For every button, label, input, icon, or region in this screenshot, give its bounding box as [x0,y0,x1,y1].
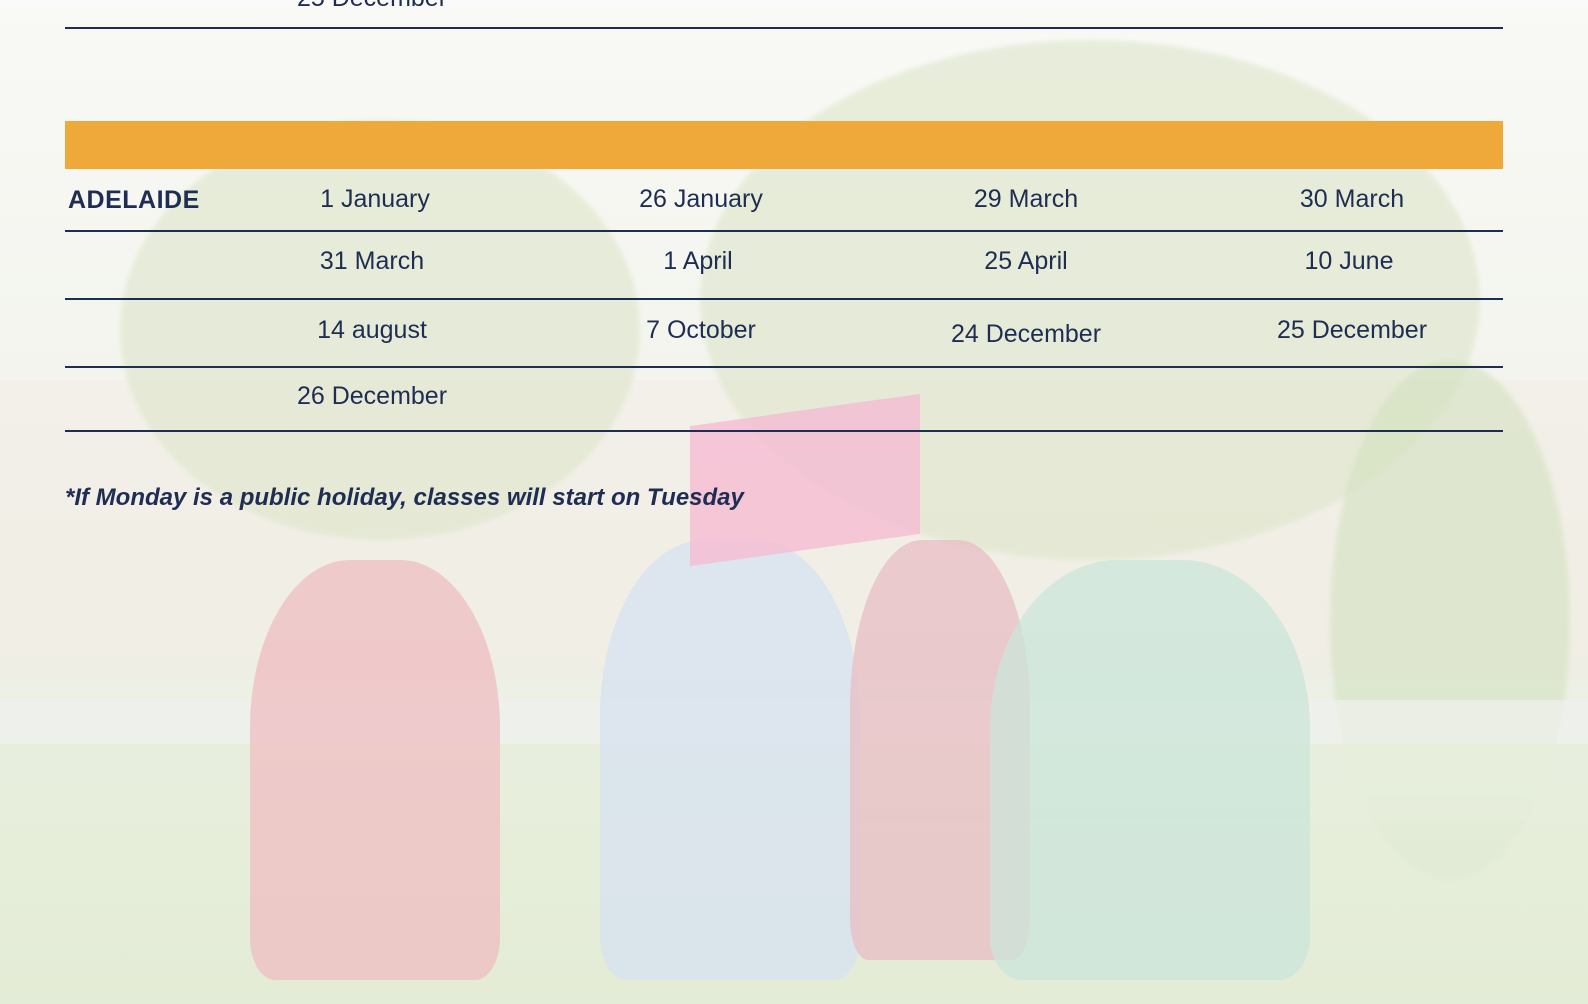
previous-table-last-row: 25 December [65,0,1503,29]
table-row: 26 December [65,368,1503,432]
table-cell: 10 June [1304,247,1394,275]
table-cell: 29 March [973,185,1079,213]
table-row: 14 august 7 October 24 December 25 Decem… [65,300,1503,368]
table-cell: 1 April [663,247,733,275]
table-cell: 25 December [1276,316,1428,344]
table-cell: 1 January [320,185,430,213]
table-header-bar [65,121,1503,169]
table-cell: 31 March [319,247,425,275]
table-cell: 30 March [1299,185,1405,213]
table-row: 31 March 1 April 25 April 10 June [65,232,1503,300]
table-cell: 26 January [639,185,763,213]
table-cell: 26 December [296,382,448,410]
previous-table-cell: 25 December [287,0,457,13]
public-holiday-note: *If Monday is a public holiday, classes … [65,484,744,511]
table-cell: 24 December [950,320,1102,348]
table-cell: 14 august [317,316,427,344]
table-cell: 25 April [984,247,1068,275]
table-row: 1 January 26 January 29 March 30 March [65,169,1503,232]
table-cell: 7 October [646,316,756,344]
